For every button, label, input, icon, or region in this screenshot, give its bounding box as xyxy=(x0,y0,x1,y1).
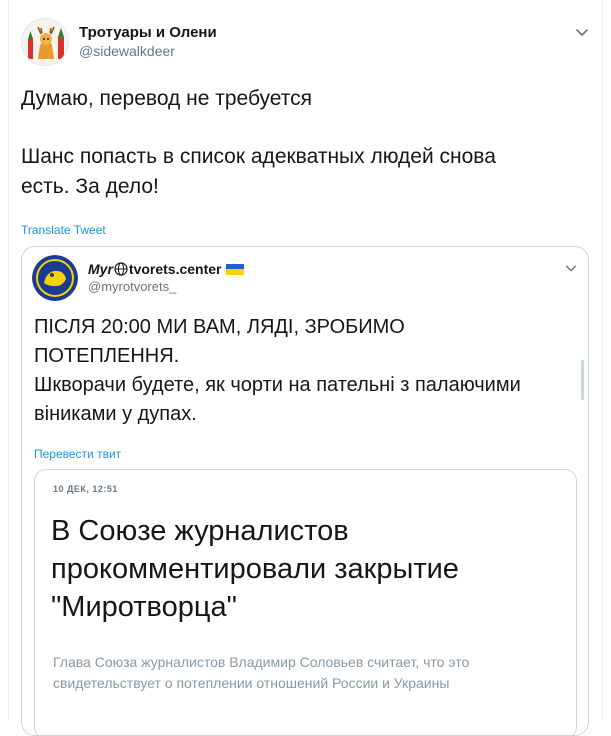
quoted-display-name[interactable]: Myr tvorets.center xyxy=(88,260,244,278)
article-headline-line-3: "Миротворца" xyxy=(51,591,237,623)
article-headline-line-2: прокомментировали закрытие xyxy=(51,553,459,585)
translate-quoted-link[interactable]: Перевести твит xyxy=(34,447,121,461)
deer-logo-icon xyxy=(22,19,68,65)
scrollbar[interactable] xyxy=(581,360,584,400)
article-headline-line-1: В Союзе журналистов xyxy=(51,515,349,547)
article-card[interactable]: 10 ДЕК, 12:51 В Союзе журналистов проком… xyxy=(34,469,577,735)
tweet-text-line-3: есть. За дело! xyxy=(21,175,159,198)
tweet-card: Тротуары и Олени @sidewalkdeer Думаю, пе… xyxy=(8,0,603,736)
globe-icon xyxy=(114,262,128,276)
author-avatar[interactable] xyxy=(21,18,69,66)
quoted-text-line-1: ПІСЛЯ 20:00 МИ ВАМ, ЛЯДІ, ЗРОБИМО xyxy=(34,316,405,338)
chevron-down-icon[interactable] xyxy=(564,261,578,275)
quoted-text-line-3: Шкворачи будете, як чорти на пательні з … xyxy=(34,374,521,396)
quoted-display-name-suffix: tvorets.center xyxy=(128,261,222,277)
quoted-display-name-prefix: Myr xyxy=(88,261,113,277)
quoted-text: ПІСЛЯ 20:00 МИ ВАМ, ЛЯДІ, ЗРОБИМО ПОТЕПЛ… xyxy=(34,313,574,429)
chevron-down-icon[interactable] xyxy=(574,24,590,40)
author-display-name[interactable]: Тротуары и Олени xyxy=(79,24,217,42)
article-summary: Глава Союза журналистов Владимир Соловье… xyxy=(53,652,563,694)
tweet-text-line-1: Думаю, перевод не требуется xyxy=(21,87,313,110)
quoted-avatar[interactable] xyxy=(32,255,78,301)
author-handle[interactable]: @sidewalkdeer xyxy=(79,42,217,60)
article-date: 10 ДЕК, 12:51 xyxy=(53,484,118,494)
article-headline: В Союзе журналистов прокомментировали за… xyxy=(51,512,561,626)
myrotvorets-logo-icon xyxy=(32,255,78,301)
tweet-header: Тротуары и Олени @sidewalkdeer xyxy=(21,18,217,66)
quoted-header: Myr tvorets.center @myrotvorets_ xyxy=(32,255,244,301)
quoted-tweet[interactable]: Myr tvorets.center @myrotvorets_ ПІСЛЯ 2… xyxy=(21,246,589,736)
quoted-handle[interactable]: @myrotvorets_ xyxy=(88,278,244,296)
article-summary-line-1: Глава Союза журналистов Владимир Соловье… xyxy=(53,654,470,670)
article-summary-line-2: свидетельствует о потеплении отношений Р… xyxy=(53,675,450,691)
ukraine-flag-icon xyxy=(225,263,244,275)
quoted-text-line-4: віниками у дупах. xyxy=(34,403,197,425)
translate-tweet-link[interactable]: Translate Tweet xyxy=(21,223,106,237)
quoted-text-line-2: ПОТЕПЛЕННЯ. xyxy=(34,345,180,367)
tweet-text-line-2: Шанс попасть в список адекватных людей с… xyxy=(21,145,496,168)
